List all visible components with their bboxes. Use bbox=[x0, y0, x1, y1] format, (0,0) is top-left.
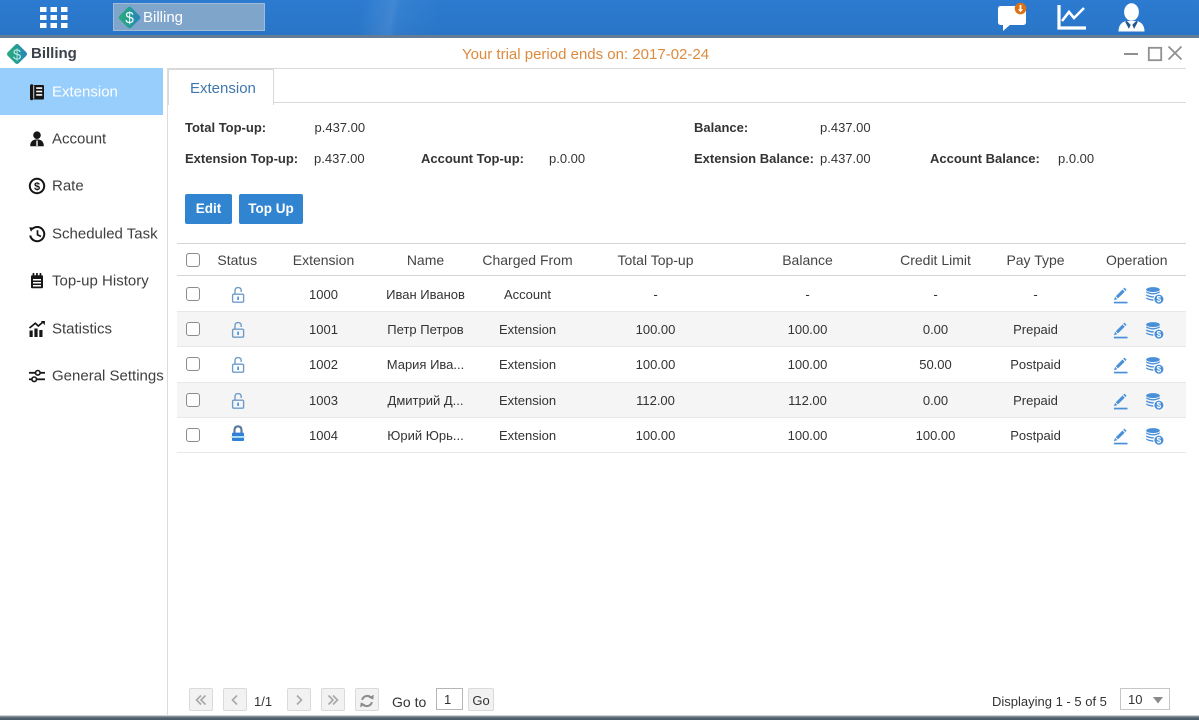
svg-text:$: $ bbox=[1157, 401, 1162, 410]
svg-text:$: $ bbox=[1157, 365, 1162, 374]
svg-text:$: $ bbox=[1157, 295, 1162, 304]
svg-text:$: $ bbox=[1157, 436, 1162, 445]
svg-text:$: $ bbox=[125, 10, 134, 27]
svg-text:$: $ bbox=[34, 181, 40, 193]
svg-text:$: $ bbox=[1157, 330, 1162, 339]
